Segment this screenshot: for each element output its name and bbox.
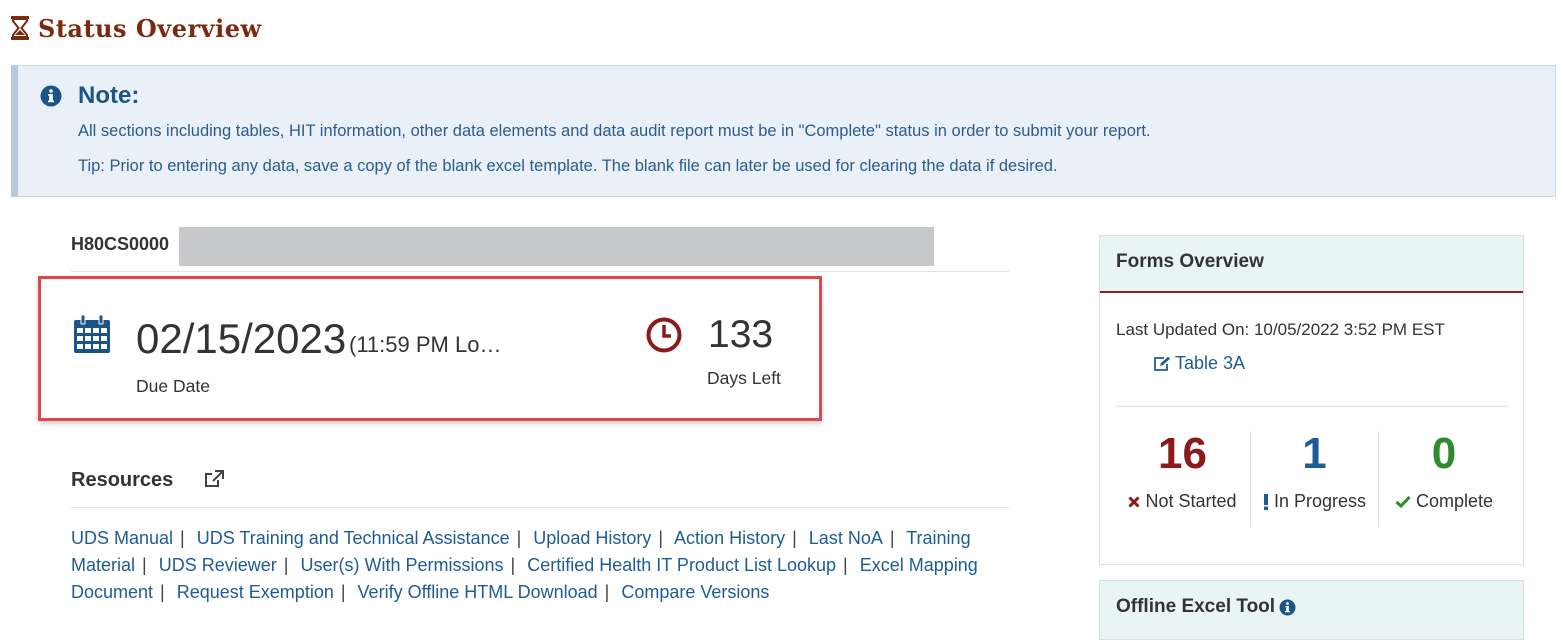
note-tip: Tip: Prior to entering any data, save a … [78, 157, 1058, 175]
link-verify-offline[interactable]: Verify Offline HTML Download [358, 582, 598, 602]
link-action-history[interactable]: Action History [674, 528, 785, 548]
redacted-area [179, 227, 934, 266]
calendar-icon [74, 314, 110, 353]
forms-overview-panel: Forms Overview Last Updated On: 10/05/20… [1099, 235, 1524, 565]
note-title: Note: [78, 82, 140, 109]
offline-excel-panel: Offline Excel Tool [1099, 580, 1524, 640]
divider [71, 507, 1009, 508]
stat-in-progress: 1 In Progress [1251, 431, 1378, 531]
link-uds-training[interactable]: UDS Training and Technical Assistance [197, 528, 510, 548]
not-started-label: Not Started [1145, 491, 1237, 511]
page-title-text: Status Overview [38, 13, 262, 43]
due-date-value: 02/15/2023 [136, 315, 347, 362]
stat-complete: 0 Complete [1379, 431, 1509, 531]
offline-excel-title-text: Offline Excel Tool [1116, 596, 1276, 617]
link-user-permissions[interactable]: User(s) With Permissions [300, 555, 503, 575]
divider [71, 271, 1009, 272]
note-text: All sections including tables, HIT infor… [78, 122, 1151, 140]
edit-icon [1154, 356, 1170, 371]
table-link[interactable]: Table 3A [1153, 353, 1245, 374]
divider [1116, 406, 1508, 407]
link-compare-versions[interactable]: Compare Versions [621, 582, 769, 602]
link-chpl-lookup[interactable]: Certified Health IT Product List Lookup [527, 555, 836, 575]
hourglass-icon [11, 16, 29, 40]
in-progress-label: In Progress [1273, 491, 1367, 511]
clock-icon [646, 317, 682, 353]
check-icon [1395, 495, 1411, 508]
grant-id: H80CS0000 [71, 234, 170, 254]
resources-title: Resources [71, 469, 174, 491]
info-icon [40, 85, 62, 107]
external-link-icon[interactable] [203, 469, 225, 489]
link-last-noa[interactable]: Last NoA [809, 528, 883, 548]
x-icon [1128, 495, 1141, 508]
last-updated-text: Last Updated On: 10/05/2022 3:52 PM EST [1116, 320, 1445, 339]
stat-not-started: 16 Not Started [1116, 431, 1249, 531]
exclamation-icon [1263, 493, 1268, 510]
link-uds-manual[interactable]: UDS Manual [71, 528, 173, 548]
due-date-panel: 02/15/2023 (11:59 PM Lo… Due Date 133 Da… [38, 276, 822, 421]
resource-links: UDS Manual | UDS Training and Technical A… [71, 528, 978, 602]
note-box: Note: All sections including tables, HIT… [11, 65, 1556, 197]
info-icon[interactable] [1279, 599, 1296, 616]
in-progress-count: 1 [1302, 429, 1327, 478]
table-link-label[interactable]: Table 3A [1175, 353, 1245, 374]
offline-excel-title: Offline Excel Tool [1116, 596, 1296, 618]
due-date-label: Due Date [136, 376, 210, 396]
link-uds-reviewer[interactable]: UDS Reviewer [159, 555, 277, 575]
due-time-value: (11:59 PM Lo… [349, 332, 502, 357]
complete-label: Complete [1415, 491, 1494, 511]
page-title: Status Overview [10, 12, 262, 44]
complete-count: 0 [1431, 429, 1457, 478]
link-upload-history[interactable]: Upload History [533, 528, 651, 548]
days-left-value: 133 [708, 313, 774, 356]
link-request-exemption[interactable]: Request Exemption [177, 582, 334, 602]
forms-overview-title: Forms Overview [1100, 236, 1523, 293]
not-started-count: 16 [1158, 429, 1207, 478]
days-left-label: Days Left [707, 368, 781, 388]
